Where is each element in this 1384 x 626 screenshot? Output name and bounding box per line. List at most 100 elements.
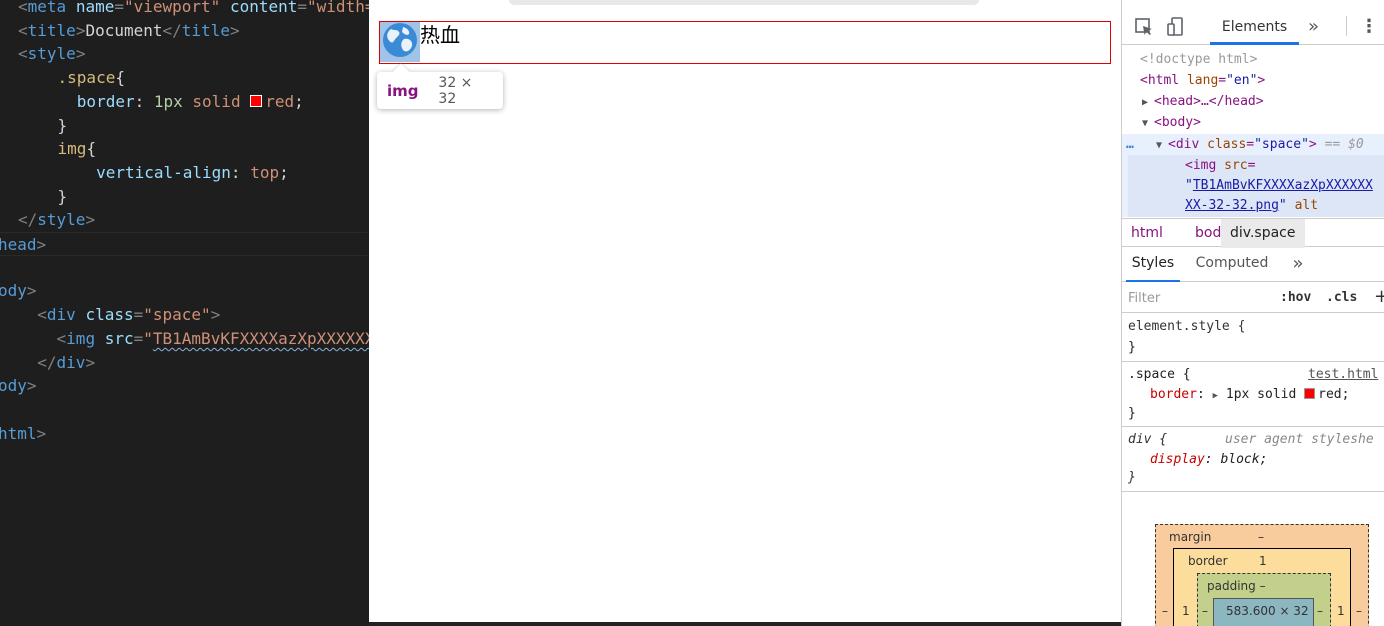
code-token: class xyxy=(85,305,134,325)
more-subtabs-chevron-icon[interactable]: » xyxy=(1288,247,1308,282)
html-lang-value: "en" xyxy=(1226,73,1258,88)
display-value: block; xyxy=(1220,452,1268,467)
div-selector: div { xyxy=(1128,432,1168,447)
code-token: Document xyxy=(85,20,163,40)
expand-shorthand-icon[interactable]: ▶ xyxy=(1213,391,1218,401)
img-src-link-cont[interactable]: XX-32-32.png xyxy=(1185,198,1279,213)
more-tabs-chevron-icon[interactable]: » xyxy=(1308,16,1319,37)
code-line[interactable]: vertical-align: top; xyxy=(19,161,289,185)
code-line[interactable]: head> xyxy=(0,232,367,256)
code-line[interactable]: <div class="space"> xyxy=(18,303,220,327)
device-toolbar-icon[interactable] xyxy=(1166,17,1186,37)
code-line[interactable]: <style> xyxy=(18,42,85,66)
code-line[interactable]: <img src="TB1AmBvKFXXXXazXpXXXXXX xyxy=(18,327,369,351)
kebab-menu-icon[interactable]: ⋮ xyxy=(1360,14,1378,40)
head-tag: <head>…</head> xyxy=(1154,94,1264,109)
code-token: "space" xyxy=(143,305,211,325)
dom-img-node[interactable]: <img src= xyxy=(1185,155,1384,176)
toolbar-divider xyxy=(1346,16,1347,36)
dom-html-node[interactable]: <html lang="en"> xyxy=(1140,70,1384,91)
code-token: red xyxy=(265,91,295,111)
dom-doctype[interactable]: <!doctype html> xyxy=(1140,49,1384,70)
selected-marker: == $0 xyxy=(1324,137,1364,152)
code-token: "viewport" xyxy=(123,0,221,16)
breadcrumb-html[interactable]: html xyxy=(1122,219,1172,248)
code-line[interactable]: ody> xyxy=(0,374,37,398)
code-editor[interactable]: <meta name="viewport" content="width= <ti… xyxy=(0,0,369,626)
code-line[interactable]: html> xyxy=(0,422,46,446)
code-token: < xyxy=(18,0,28,16)
code-token: top xyxy=(250,162,280,182)
code-line[interactable]: <meta name="viewport" content="width= xyxy=(18,0,369,19)
content-size: 583.600 × 32 xyxy=(1226,604,1309,618)
color-swatch-icon[interactable] xyxy=(1304,388,1316,399)
body-tag: <body> xyxy=(1154,115,1201,130)
code-token: > xyxy=(229,20,240,40)
cls-toggle-button[interactable]: .cls xyxy=(1326,290,1357,305)
collapse-triangle-icon[interactable]: ▼ xyxy=(1156,135,1168,156)
code-line[interactable]: ody> xyxy=(0,279,37,303)
tab-elements[interactable]: Elements xyxy=(1210,10,1299,45)
code-token: </ xyxy=(37,352,57,372)
space-source-link[interactable]: test.html xyxy=(1308,364,1378,385)
rule-close-brace: } xyxy=(1128,470,1136,485)
expand-triangle-icon[interactable]: ▶ xyxy=(1142,92,1154,113)
div-class-attr: class xyxy=(1207,137,1247,152)
collapse-triangle-icon[interactable]: ▼ xyxy=(1142,113,1154,134)
code-token: { xyxy=(115,68,125,88)
doctype-text: <!doctype html> xyxy=(1140,52,1258,67)
dom-head-node[interactable]: ▶ <head>…</head> xyxy=(1142,91,1384,112)
new-rule-plus-icon[interactable]: + xyxy=(1374,286,1384,307)
border-prop-name: border xyxy=(1150,387,1197,402)
code-line[interactable]: </style> xyxy=(18,208,95,232)
code-line[interactable]: img{ xyxy=(19,137,97,161)
node-dots-icon[interactable]: … xyxy=(1126,134,1156,155)
display-prop-name: display xyxy=(1150,452,1205,467)
breadcrumb-div-space[interactable]: div.space xyxy=(1221,219,1305,248)
border-left-value: 1 xyxy=(1182,604,1190,618)
margin-top-value: – xyxy=(1258,530,1264,544)
tooltip-arrow xyxy=(392,63,410,81)
div-tag: <div xyxy=(1168,137,1200,152)
tab-styles[interactable]: Styles xyxy=(1126,247,1180,282)
user-agent-label: user agent styleshe xyxy=(1225,432,1374,447)
border-declaration[interactable]: border: ▶ 1px solid red; xyxy=(1150,384,1349,405)
rule-element-style[interactable]: element.style { } xyxy=(1122,314,1384,362)
color-swatch-icon[interactable] xyxy=(250,94,263,107)
tab-computed[interactable]: Computed xyxy=(1192,247,1272,282)
hov-toggle-button[interactable]: :hov xyxy=(1280,290,1311,305)
code-line[interactable]: } xyxy=(19,114,68,138)
breadcrumb: html body div.space xyxy=(1122,218,1384,248)
code-line[interactable]: </div> xyxy=(18,351,95,375)
code-token: > xyxy=(26,376,37,396)
code-line[interactable]: <title>Document</title> xyxy=(18,19,240,43)
code-token: < xyxy=(37,305,47,325)
img-src-attr: src xyxy=(1224,158,1248,173)
code-token: name xyxy=(75,0,115,16)
code-token: : xyxy=(230,162,251,182)
dom-body-node[interactable]: ▼ <body> xyxy=(1142,112,1384,133)
code-token: < xyxy=(56,328,67,348)
inspect-tooltip: img 32 × 32 xyxy=(377,63,503,109)
tooltip-dimensions: 32 × 32 xyxy=(438,74,473,107)
code-token: ; xyxy=(279,162,289,182)
border-label: border xyxy=(1188,554,1228,568)
img-src-link[interactable]: TB1AmBvKFXXXXazXpXXXXXX xyxy=(1193,178,1373,193)
border-right-value: 1 xyxy=(1337,604,1345,618)
code-line[interactable]: .space{ xyxy=(19,66,125,90)
code-token: div xyxy=(56,352,86,372)
code-token: </ xyxy=(18,210,38,230)
inspect-cursor-icon[interactable] xyxy=(1134,17,1154,37)
dom-div-node[interactable]: … ▼ <div class="space"> == $0 xyxy=(1126,134,1384,155)
dom-img-src-line1: "TB1AmBvKFXXXXazXpXXXXXX xyxy=(1185,178,1373,193)
code-token: > xyxy=(75,44,86,64)
code-line[interactable]: } xyxy=(19,185,68,209)
rule-space[interactable]: .space { test.html border: ▶ 1px solid r… xyxy=(1122,362,1384,427)
styles-filter-input[interactable] xyxy=(1128,287,1268,309)
code-token: TB1AmBvKFXXXXazXpXXXXXX xyxy=(152,328,369,348)
code-line[interactable]: border: 1px solid red; xyxy=(19,90,304,114)
